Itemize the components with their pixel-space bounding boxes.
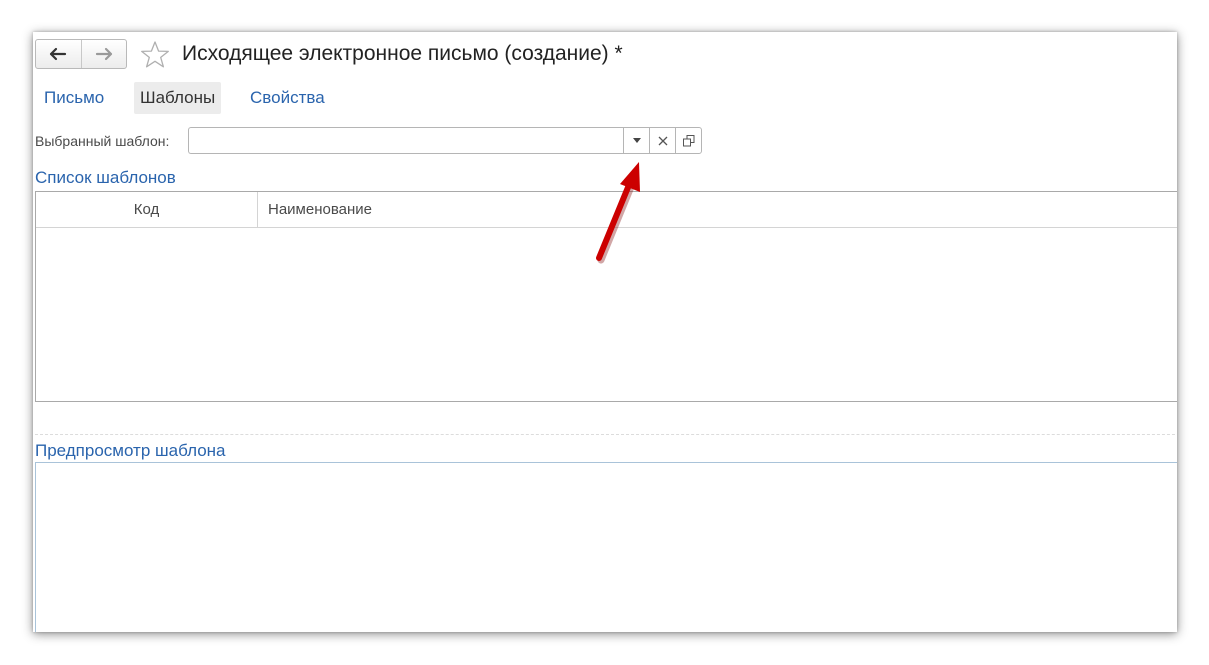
tab-templates[interactable]: Шаблоны (134, 82, 222, 114)
page-title: Исходящее электронное письмо (создание) … (182, 42, 623, 65)
forward-button[interactable] (80, 40, 127, 68)
column-header-code[interactable]: Код (36, 192, 258, 227)
clear-x-icon (658, 136, 667, 145)
tab-letter[interactable]: Письмо (38, 82, 110, 114)
column-header-name[interactable]: Наименование (268, 192, 372, 227)
history-nav (35, 39, 127, 69)
template-field-label: Выбранный шаблон: (35, 133, 170, 149)
table-header: Код Наименование (36, 192, 1177, 228)
templates-table[interactable]: Код Наименование (35, 191, 1177, 402)
arrow-left-icon (50, 47, 67, 61)
back-button[interactable] (36, 40, 81, 68)
template-dropdown-button[interactable] (623, 127, 649, 154)
open-window-icon (682, 134, 694, 146)
preview-title[interactable]: Предпросмотр шаблона (35, 441, 226, 461)
template-open-button[interactable] (675, 127, 702, 154)
selected-template-input[interactable] (188, 127, 627, 154)
dropdown-triangle-icon (632, 138, 641, 143)
email-window: Исходящее электронное письмо (создание) … (33, 32, 1177, 632)
tab-properties[interactable]: Свойства (244, 82, 331, 114)
arrow-right-icon (95, 47, 112, 61)
template-preview-area[interactable] (35, 462, 1177, 632)
section-divider (35, 434, 1177, 435)
templates-list-title[interactable]: Список шаблонов (35, 168, 176, 188)
template-clear-button[interactable] (649, 127, 675, 154)
star-outline-icon[interactable] (140, 40, 170, 70)
